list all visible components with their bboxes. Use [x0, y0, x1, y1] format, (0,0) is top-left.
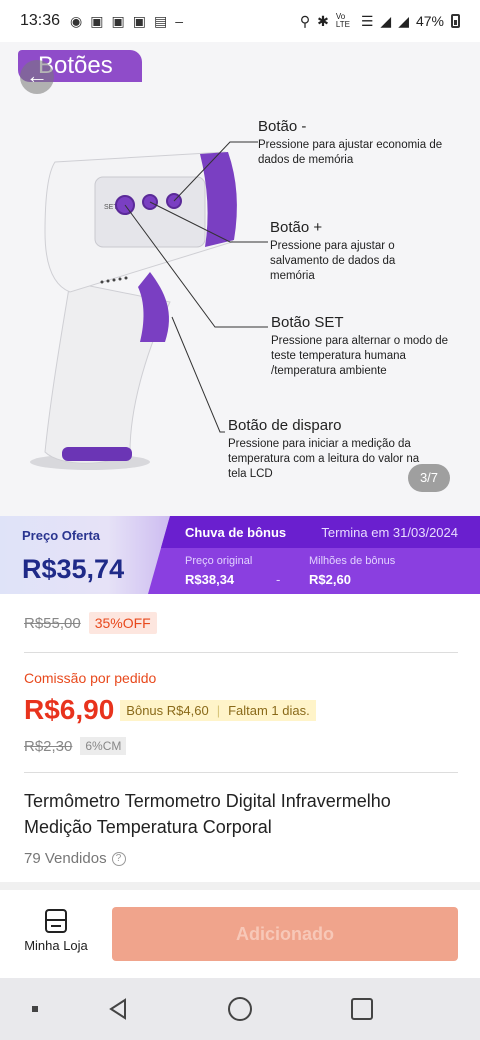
group-icon: ▣ [90, 12, 104, 29]
callout-title: Botão + [270, 219, 323, 236]
dash-icon: – [175, 13, 183, 29]
bottom-action-bar: Minha Loja Adicionado [0, 890, 480, 978]
back-arrow-icon[interactable]: ← [20, 60, 54, 94]
group-icon: ▣ [111, 12, 125, 29]
image-icon: ▤ [153, 12, 168, 29]
home-circle-icon[interactable] [222, 978, 258, 1040]
bonus-remaining: Faltam 1 dias. [228, 702, 310, 718]
bonus-event-block: Chuva de bônus Termina em 31/03/2024 Pre… [148, 516, 480, 594]
callout-minus-button: Botão - Pressione para ajustar economia … [258, 118, 463, 168]
my-store-label: Minha Loja [24, 938, 88, 953]
volte-icon: Vo LTE [335, 12, 350, 29]
callout-desc: Pressione para iniciar a medição da temp… [228, 438, 420, 480]
recent-dot-icon[interactable] [20, 978, 50, 1040]
bonus-badge: Bônus R$4,60 | Faltam 1 dias. [120, 699, 316, 721]
section-gap [0, 882, 480, 890]
group-icon: ▣ [132, 12, 146, 29]
bonus-value: R$2,60 [309, 572, 351, 587]
bonus-amount: Bônus R$4,60 [126, 702, 209, 718]
sold-count-row: 79 Vendidos ? [24, 850, 126, 867]
bluetooth-icon: ✱ [317, 12, 329, 29]
callout-title: Botão de disparo [228, 417, 342, 434]
add-button[interactable]: Adicionado [112, 907, 458, 961]
sold-count: 79 Vendidos [24, 850, 107, 867]
product-image-carousel[interactable]: SET Botões ← Botão - Pressione para ajus… [0, 42, 480, 516]
system-nav-bar [0, 978, 480, 1040]
chat-bubble-icon: ◉ [70, 12, 83, 29]
divider [24, 772, 458, 773]
offer-price-label: Preço Oferta [22, 528, 101, 543]
battery-percent: 47% [415, 13, 444, 29]
battery-icon [451, 14, 460, 28]
cm-badge: 6%CM [80, 737, 127, 755]
overview-square-icon[interactable] [344, 978, 380, 1040]
callout-desc: Pressione para ajustar o salvamento de d… [270, 240, 396, 282]
signal-icon: ◢ [398, 12, 409, 29]
callout-title: Botão - [258, 118, 307, 135]
callout-title: Botão SET [271, 314, 344, 331]
bonus-event-name: Chuva de bônus [185, 525, 287, 540]
commission-row: R$6,90 Bônus R$4,60 | Faltam 1 dias. [24, 694, 316, 726]
commission-label: Comissão por pedido [24, 670, 157, 686]
bonus-separator: | [216, 702, 221, 718]
signal-icon: ◢ [380, 12, 392, 29]
cm-row: R$2,30 6%CM [24, 737, 127, 755]
help-icon[interactable]: ? [111, 851, 126, 866]
callout-plus-button: Botão + Pressione para ajustar o salvame… [270, 219, 420, 284]
back-triangle-icon[interactable] [100, 978, 136, 1040]
offer-price: R$35,74 [22, 554, 125, 584]
commission-value: R$6,90 [24, 694, 115, 725]
location-icon: ⚲ [299, 12, 311, 29]
product-title: Termômetro Termometro Digital Infraverme… [24, 791, 391, 837]
store-icon [45, 909, 67, 933]
callout-desc: Pressione para alternar o modo de teste … [271, 335, 449, 377]
wifi-icon: ☰ [360, 12, 374, 29]
divider [24, 652, 458, 653]
my-store-button[interactable]: Minha Loja [20, 908, 92, 953]
status-bar: 13:36 ◉ ▣ ▣ ▣ ▤ – ⚲ ✱ Vo LTE ☰ ◢ ◢ 47% [0, 0, 480, 42]
bonus-event-end: Termina em 31/03/2024 [321, 525, 458, 540]
callout-trigger-button: Botão de disparo Pressione para iniciar … [228, 417, 428, 482]
image-pager: 3/7 [408, 464, 450, 492]
callout-set-button: Botão SET Pressione para alternar o modo… [271, 314, 451, 379]
discount-badge: 35%OFF [88, 612, 157, 634]
price-separator: - [276, 572, 281, 587]
price-banner: Preço Oferta R$35,74 Chuva de bônus Term… [0, 516, 480, 594]
bonus-label: Milhões de bônus [309, 555, 396, 567]
status-time: 13:36 [20, 12, 61, 29]
old-price: R$55,00 [24, 614, 81, 632]
callout-desc: Pressione para ajustar economia de dados… [258, 139, 443, 166]
old-commission: R$2,30 [24, 737, 73, 755]
original-price: R$38,34 [185, 572, 235, 587]
old-price-row: R$55,00 35%OFF [24, 612, 157, 634]
original-price-label: Preço original [185, 555, 253, 567]
